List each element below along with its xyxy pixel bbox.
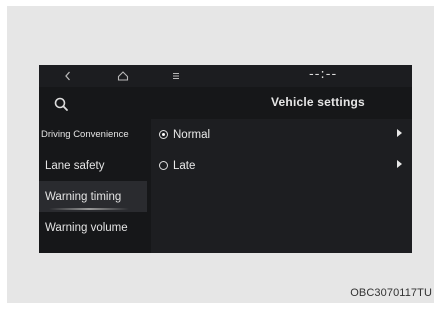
sidebar-item-label: Warning timing — [45, 190, 122, 203]
sidebar-item-label: Lane safety — [45, 159, 105, 172]
sidebar-item-lane-safety[interactable]: Lane safety — [39, 150, 147, 181]
sidebar-item-label: Driving Convenience — [41, 129, 129, 140]
clock: --:-- — [309, 67, 338, 82]
back-button[interactable] — [61, 67, 75, 90]
sidebar-item-warning-volume[interactable]: Warning volume — [39, 212, 147, 243]
option-normal[interactable]: Normal — [151, 119, 412, 150]
chevron-left-icon — [65, 71, 70, 81]
radio-button-checked[interactable] — [159, 130, 168, 139]
menu-button[interactable] — [169, 67, 183, 90]
chevron-right-icon — [397, 160, 402, 168]
option-late[interactable]: Late — [151, 150, 412, 181]
sidebar-item-label: Warning volume — [45, 221, 128, 234]
sidebar-item-warning-timing[interactable]: Warning timing — [39, 181, 147, 212]
options-panel: Normal Late — [151, 119, 412, 253]
figure-code: OBC3070117TU — [350, 287, 432, 299]
home-button[interactable] — [115, 67, 131, 90]
top-bar: --:-- — [39, 65, 412, 87]
option-label: Late — [173, 159, 196, 172]
radio-button[interactable] — [159, 161, 168, 170]
sidebar: Driving Convenience Lane safety Warning … — [39, 119, 147, 243]
search-icon — [54, 97, 68, 111]
option-label: Normal — [173, 128, 211, 141]
sidebar-item-driving-convenience[interactable]: Driving Convenience — [39, 119, 147, 150]
home-icon — [117, 71, 129, 81]
search-button[interactable] — [53, 96, 71, 114]
infotainment-screen: --:-- Vehicle settings Driving Convenien… — [39, 65, 412, 253]
chevron-right-icon — [397, 129, 402, 137]
page-title: Vehicle settings — [271, 95, 365, 109]
menu-icon — [173, 73, 179, 79]
